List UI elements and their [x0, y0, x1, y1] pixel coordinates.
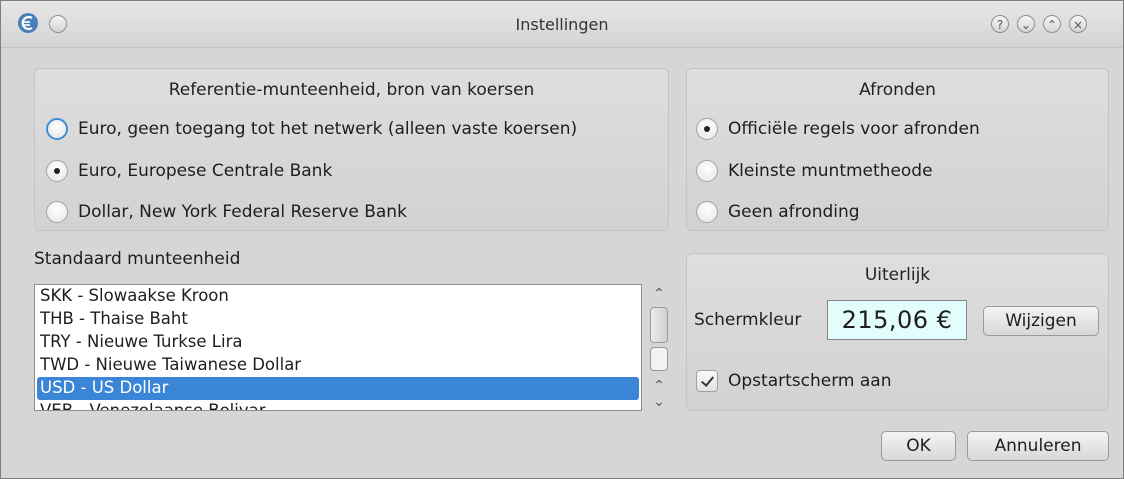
radio-euro-offline[interactable]: Euro, geen toegang tot het netwerk (alle…	[46, 118, 577, 140]
window-title: Instellingen	[515, 15, 609, 34]
radio-euro-ecb[interactable]: Euro, Europese Centrale Bank	[46, 160, 332, 182]
change-button[interactable]: Wijzigen	[983, 306, 1099, 336]
help-icon[interactable]: ?	[991, 15, 1009, 33]
rounding-title: Afronden	[859, 80, 936, 100]
radio-label: Euro, geen toegang tot het netwerk (alle…	[78, 119, 578, 139]
scroll-down-icon[interactable]: ⌄	[649, 394, 669, 410]
maximize-icon[interactable]: ⌃	[1043, 15, 1061, 33]
close-icon[interactable]: ×	[1069, 15, 1087, 33]
scrollbar-thumb[interactable]	[650, 307, 668, 343]
radio-button[interactable]	[46, 118, 68, 140]
minimize-icon[interactable]: ⌄	[1017, 15, 1035, 33]
radio-label: Dollar, New York Federal Reserve Bank	[78, 202, 407, 222]
checkbox[interactable]	[696, 370, 718, 392]
radio-label: Geen afronding	[728, 202, 860, 222]
radio-official-rounding[interactable]: Officiële regels voor afronden	[696, 118, 980, 140]
scrollbar-track-lower[interactable]	[650, 347, 668, 371]
reference-currency-title: Referentie-munteenheid, bron van koersen	[168, 80, 535, 100]
radio-no-rounding[interactable]: Geen afronding	[696, 201, 860, 223]
title-bar[interactable]: Instellingen ? ⌄ ⌃ ×	[1, 1, 1123, 48]
list-item[interactable]: TRY - Nieuwe Turkse Lira	[35, 331, 641, 354]
list-item[interactable]: SKK - Slowaakse Kroon	[35, 285, 641, 308]
radio-dollar-nyfrb[interactable]: Dollar, New York Federal Reserve Bank	[46, 201, 407, 223]
scrollbar[interactable]	[650, 307, 668, 371]
list-item[interactable]: TWD - Nieuwe Taiwanese Dollar	[35, 354, 641, 377]
scroll-up-icon[interactable]: ⌃	[649, 378, 669, 394]
amount-preview: 215,06 €	[827, 300, 967, 340]
screen-color-label: Schermkleur	[694, 310, 802, 330]
checkbox-label: Opstartscherm aan	[728, 371, 892, 391]
currency-list[interactable]: SKK - Slowaakse Kroon THB - Thaise Baht …	[34, 284, 642, 411]
scroll-up-icon[interactable]: ⌃	[649, 286, 669, 302]
splash-screen-checkbox[interactable]: Opstartscherm aan	[696, 370, 891, 392]
appearance-title: Uiterlijk	[864, 265, 931, 285]
radio-button[interactable]	[696, 118, 718, 140]
list-item[interactable]: THB - Thaise Baht	[35, 308, 641, 331]
radio-smallest-coin[interactable]: Kleinste muntmetheode	[696, 160, 933, 182]
cancel-button[interactable]: Annuleren	[967, 431, 1109, 461]
default-currency-label: Standaard munteenheid	[34, 249, 241, 269]
radio-label: Kleinste muntmetheode	[728, 161, 933, 181]
list-item-selected[interactable]: USD - US Dollar	[37, 377, 639, 400]
radio-button[interactable]	[46, 160, 68, 182]
radio-label: Euro, Europese Centrale Bank	[78, 161, 333, 181]
list-item[interactable]: VEB - Venezolaanse Bolivar	[35, 400, 641, 410]
radio-button[interactable]	[696, 201, 718, 223]
radio-button[interactable]	[46, 201, 68, 223]
settings-dialog: Instellingen ? ⌄ ⌃ × Referentie-munteenh…	[0, 0, 1124, 479]
radio-label: Officiële regels voor afronden	[728, 119, 980, 139]
radio-button[interactable]	[696, 160, 718, 182]
ok-button[interactable]: OK	[881, 431, 956, 461]
